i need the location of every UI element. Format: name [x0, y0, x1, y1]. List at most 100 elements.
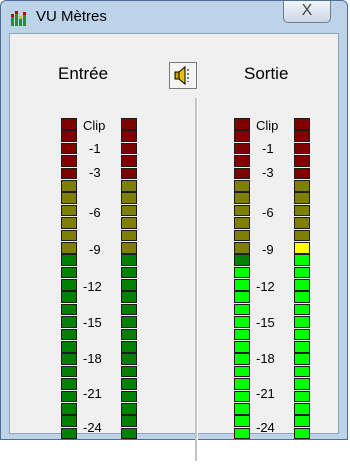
scale-tick-label: -9 [89, 242, 101, 257]
scale-tick-label: -12 [83, 279, 102, 294]
meter-segment [294, 328, 310, 341]
speaker-mute-icon [174, 65, 189, 86]
meter-segment [234, 204, 250, 217]
meter-segment [294, 229, 310, 242]
meter-segment [121, 390, 137, 403]
meter-segment [61, 217, 77, 229]
meter-segment [121, 415, 137, 427]
meter-segment [121, 192, 137, 204]
meter-segment [121, 365, 137, 378]
meter-segment [61, 155, 77, 167]
meter-segment [234, 402, 250, 415]
meter-segment [234, 390, 250, 403]
meter-segment [121, 217, 137, 229]
meter-segment [234, 217, 250, 229]
scale-tick-label: Clip [83, 118, 106, 133]
meter-segment [61, 303, 77, 316]
meter-segment [121, 118, 137, 130]
meter-segment [121, 328, 137, 341]
input-label: Entrée [58, 64, 109, 83]
meter-segment [294, 279, 310, 291]
meter-segment [294, 179, 310, 192]
title-bar[interactable]: VU Mètres X [1, 1, 347, 33]
meter-segment [234, 427, 250, 440]
meter-segment [61, 402, 77, 415]
meter-segment [61, 353, 77, 366]
scale-tick-label: -18 [83, 351, 102, 366]
vu-meter-window: VU Mètres X Entrée Sortie Clip -1 -3 -6 -9 -1… [0, 0, 348, 461]
meter-segment [234, 341, 250, 353]
meter-segment [121, 279, 137, 291]
meter-segment [234, 279, 250, 291]
meter-segment [61, 118, 77, 130]
meter-segment [234, 378, 250, 390]
meter-segment [294, 353, 310, 366]
close-button[interactable]: X [283, 1, 331, 23]
mute-button[interactable] [169, 62, 197, 89]
meter-segment [121, 291, 137, 304]
meter-segment [294, 217, 310, 229]
scale-tick-label: -24 [256, 420, 275, 435]
scale-tick-label: -24 [83, 420, 102, 435]
meter-segment [294, 402, 310, 415]
scale-tick-label: -12 [256, 279, 275, 294]
meter-segment [121, 353, 137, 366]
meter-segment [234, 241, 250, 254]
meter-segment [294, 291, 310, 304]
meter-segment [121, 130, 137, 142]
meter-segment [294, 204, 310, 217]
scale-tick-label: -21 [256, 386, 275, 401]
scale-tick-label: -15 [256, 315, 275, 330]
scale-tick-label: -1 [89, 141, 101, 156]
meter-segment [61, 204, 77, 217]
meter-segment [121, 167, 137, 180]
meter-segment [121, 402, 137, 415]
scale-tick-label: -21 [83, 386, 102, 401]
sortie-right-meter [294, 118, 310, 440]
meter-segment [61, 427, 77, 440]
meter-segment [121, 241, 137, 254]
scale-tick-label: -15 [83, 315, 102, 330]
meter-segment [234, 179, 250, 192]
meter-segment [234, 192, 250, 204]
meter-segment [234, 130, 250, 142]
meter-segment [294, 167, 310, 180]
meter-segment [234, 291, 250, 304]
meter-panel: Entrée Sortie Clip -1 -3 -6 -9 -12 -15 -18 -21 -2… [9, 33, 339, 461]
meter-segment [61, 229, 77, 242]
meter-segment [294, 316, 310, 328]
meter-segment [294, 415, 310, 427]
meter-segment [234, 365, 250, 378]
meter-segment [234, 415, 250, 427]
meter-segment [234, 254, 250, 266]
meter-segment [294, 427, 310, 440]
meter-segment [294, 378, 310, 390]
meter-segment [61, 142, 77, 155]
meter-segment [61, 291, 77, 304]
scale-tick-label: -3 [262, 165, 274, 180]
meter-segment [121, 266, 137, 279]
meter-segment [61, 266, 77, 279]
meter-segment [121, 204, 137, 217]
meter-segment [61, 415, 77, 427]
meter-segment [61, 167, 77, 180]
meter-segment [294, 390, 310, 403]
meter-segment [234, 328, 250, 341]
meter-segment [61, 130, 77, 142]
meter-segment [294, 365, 310, 378]
meter-segment [234, 303, 250, 316]
meter-segment [121, 142, 137, 155]
meter-segment [121, 229, 137, 242]
sortie-left-meter [234, 118, 250, 440]
meter-segment [121, 155, 137, 167]
meter-segment [61, 316, 77, 328]
vu-meter-app-icon [11, 11, 26, 26]
scale-tick-label: -6 [89, 205, 101, 220]
meter-segment [61, 279, 77, 291]
scale-tick-label: -18 [256, 351, 275, 366]
meter-segment [294, 130, 310, 142]
meter-segment [61, 341, 77, 353]
meter-segment [61, 192, 77, 204]
scale-tick-label: -3 [89, 165, 101, 180]
meter-segment [61, 254, 77, 266]
